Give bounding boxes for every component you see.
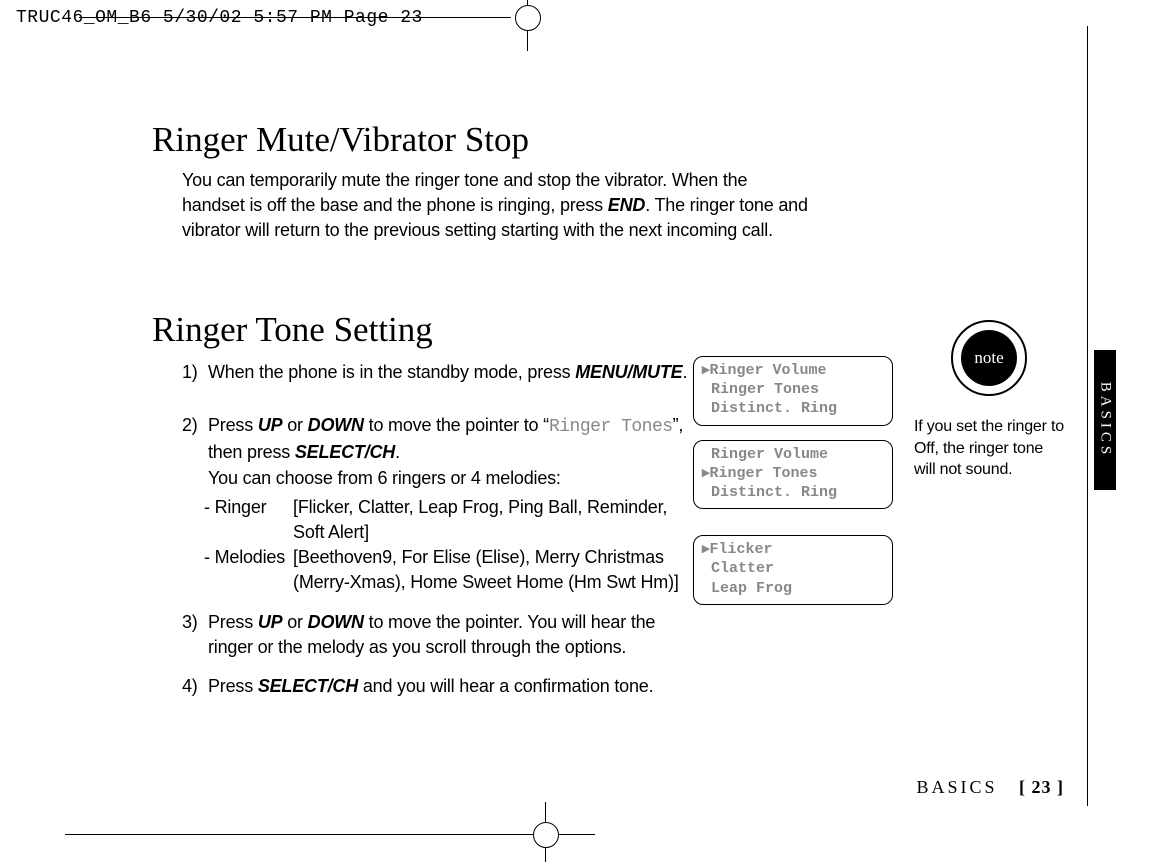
lcd-line: Leap Frog — [702, 579, 884, 598]
text-fragment: or — [282, 415, 307, 435]
footer-section: BASICS — [916, 777, 997, 797]
lcd-inline-text: Ringer Tones — [549, 417, 673, 437]
print-slugline: TRUC46_OM_B6 5/30/02 5:57 PM Page 23 — [16, 8, 423, 28]
note-icon-label: note — [961, 330, 1017, 386]
lcd-screen-3: ▸Flicker Clatter Leap Frog — [693, 535, 893, 605]
lcd-line: ▸Flicker — [702, 540, 884, 559]
option-label: - Ringer — [204, 495, 293, 545]
side-tab-label: BASICS — [1097, 382, 1114, 459]
text-fragment: . — [682, 362, 687, 382]
note-text: If you set the ringer to Off, the ringer… — [914, 416, 1064, 481]
heading-ringer-mute: Ringer Mute/Vibrator Stop — [152, 120, 912, 160]
text-fragment: You can choose from 6 ringers or 4 melod… — [208, 468, 561, 488]
footer-page-number: [ 23 ] — [1019, 777, 1064, 797]
note-icon: note — [951, 320, 1027, 396]
step-4: 4) Press SELECT/CH and you will hear a c… — [182, 674, 702, 699]
key-down: DOWN — [308, 415, 364, 435]
lcd-screens: ▸Ringer Volume Ringer Tones Distinct. Ri… — [693, 356, 893, 619]
section-side-tab: BASICS — [1094, 350, 1116, 490]
options-table: - Ringer [Flicker, Clatter, Leap Frog, P… — [204, 495, 702, 596]
lcd-line: Ringer Tones — [702, 380, 884, 399]
trim-line-right — [1087, 26, 1088, 806]
page-footer: BASICS [ 23 ] — [916, 777, 1064, 798]
lcd-line: Ringer Volume — [702, 445, 884, 464]
table-row: - Ringer [Flicker, Clatter, Leap Frog, P… — [204, 495, 702, 545]
key-select-ch: SELECT/CH — [258, 676, 358, 696]
step-number: 3) — [182, 610, 198, 635]
key-down: DOWN — [308, 612, 364, 632]
manual-page: TRUC46_OM_B6 5/30/02 5:57 PM Page 23 BAS… — [0, 0, 1164, 862]
key-select-ch: SELECT/CH — [295, 442, 395, 462]
key-up: UP — [258, 415, 283, 435]
option-values: [Flicker, Clatter, Leap Frog, Ping Ball,… — [293, 495, 702, 545]
text-fragment: to move the pointer to “ — [364, 415, 549, 435]
key-up: UP — [258, 612, 283, 632]
step-number: 2) — [182, 413, 198, 438]
lcd-line: Distinct. Ring — [702, 399, 884, 418]
text-fragment: and you will hear a confirmation tone. — [358, 676, 653, 696]
step-1: 1) When the phone is in the standby mode… — [182, 360, 702, 385]
lcd-line: ▸Ringer Volume — [702, 361, 884, 380]
lcd-line: Clatter — [702, 559, 884, 578]
lcd-screen-2: Ringer Volume▸Ringer Tones Distinct. Rin… — [693, 440, 893, 510]
step-2: 2) Press UP or DOWN to move the pointer … — [182, 413, 702, 595]
section-ringer-mute: Ringer Mute/Vibrator Stop You can tempor… — [152, 120, 912, 244]
option-values: [Beethoven9, For Elise (Elise), Merry Ch… — [293, 545, 702, 595]
lcd-line: ▸Ringer Tones — [702, 464, 884, 483]
text-fragment: . — [395, 442, 400, 462]
paragraph-ringer-mute: You can temporarily mute the ringer tone… — [182, 168, 812, 244]
text-fragment: Press — [208, 612, 258, 632]
note-callout: note If you set the ringer to Off, the r… — [914, 320, 1064, 481]
text-fragment: When the phone is in the standby mode, p… — [208, 362, 575, 382]
registration-mark-bottom — [493, 804, 603, 862]
text-fragment: Press — [208, 676, 258, 696]
lcd-screen-1: ▸Ringer Volume Ringer Tones Distinct. Ri… — [693, 356, 893, 426]
key-menu-mute: MENU/MUTE — [575, 362, 682, 382]
step-number: 1) — [182, 360, 198, 385]
steps-list: 1) When the phone is in the standby mode… — [182, 360, 702, 699]
registration-mark-top — [499, 0, 559, 37]
table-row: - Melodies [Beethoven9, For Elise (Elise… — [204, 545, 702, 595]
step-3: 3) Press UP or DOWN to move the pointer.… — [182, 610, 702, 660]
step-number: 4) — [182, 674, 198, 699]
text-fragment: Press — [208, 415, 258, 435]
lcd-line: Distinct. Ring — [702, 483, 884, 502]
option-label: - Melodies — [204, 545, 293, 595]
key-end: END — [608, 195, 645, 215]
heading-ringer-tone: Ringer Tone Setting — [152, 310, 912, 350]
text-fragment: or — [282, 612, 307, 632]
